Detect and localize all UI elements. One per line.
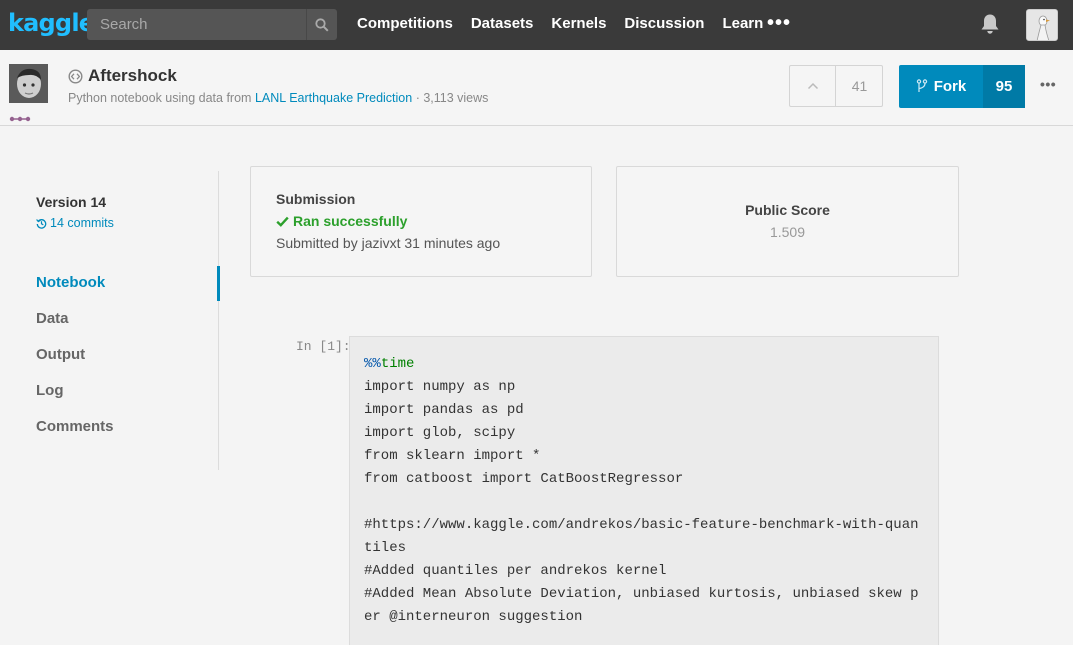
submitted-by: Submitted by jazivxt 31 minutes ago	[276, 235, 501, 251]
notifications-button[interactable]	[980, 13, 1000, 40]
kernel-more-button[interactable]: •••	[1040, 76, 1056, 92]
nav-more-button[interactable]: •••	[767, 12, 791, 35]
kernel-type-icon	[68, 69, 83, 89]
sidebar-item-comments[interactable]: Comments	[36, 418, 114, 454]
code-cell[interactable]: %%time import numpy as np import pandas …	[349, 336, 939, 645]
score-label: Public Score	[745, 202, 830, 218]
main-nav: Competitions Datasets Kernels Discussion…	[357, 15, 781, 32]
cell-prompt: In [1]:	[296, 339, 351, 354]
vote-count: 41	[851, 78, 868, 94]
commits-label: 14 commits	[50, 216, 114, 230]
sidebar-item-data[interactable]: Data	[36, 310, 114, 346]
author-photo-icon	[9, 64, 48, 103]
sidebar-item-notebook[interactable]: Notebook	[36, 274, 114, 310]
upvote-button[interactable]	[790, 66, 836, 106]
score-value: 1.509	[769, 224, 806, 240]
fork-count: 95	[983, 65, 1025, 108]
search-button[interactable]	[306, 9, 337, 40]
vote-widget: 41	[789, 65, 883, 107]
search-icon	[315, 17, 329, 32]
history-icon	[36, 218, 47, 229]
kernel-header: Aftershock Python notebook using data fr…	[0, 50, 1073, 126]
nav-discussion[interactable]: Discussion	[624, 15, 704, 32]
checkmark-icon	[276, 216, 289, 227]
views-count: · 3,113 views	[412, 91, 489, 105]
top-navbar: kaggle Search Competitions Datasets Kern…	[0, 0, 1073, 50]
sidebar-divider	[218, 171, 219, 470]
code-body: import numpy as np import pandas as pd i…	[364, 379, 919, 625]
nav-kernels[interactable]: Kernels	[551, 15, 606, 32]
submission-heading: Submission	[276, 191, 356, 207]
subtitle-prefix: Python notebook using data from	[68, 91, 255, 105]
goose-avatar-icon	[1027, 10, 1057, 40]
user-avatar[interactable]	[1026, 9, 1058, 41]
magic-prefix: %%	[364, 356, 381, 372]
search-box[interactable]: Search	[87, 9, 337, 40]
kernel-subtitle: Python notebook using data from LANL Ear…	[68, 91, 488, 105]
sidebar-item-log[interactable]: Log	[36, 382, 114, 418]
sidebar-nav: Notebook Data Output Log Comments	[36, 274, 114, 454]
chevron-up-icon	[807, 82, 818, 90]
status-text: Ran successfully	[293, 213, 408, 229]
code-input: %%time import numpy as np import pandas …	[364, 353, 919, 629]
version-title: Version 14	[36, 194, 107, 210]
active-tab-indicator	[217, 266, 220, 301]
fork-label: Fork	[933, 78, 967, 95]
nav-learn[interactable]: Learn	[722, 15, 763, 32]
magic-command: time	[380, 356, 415, 372]
kernel-title: Aftershock	[88, 66, 177, 85]
tier-badge-icon	[9, 109, 31, 127]
nav-datasets[interactable]: Datasets	[471, 15, 534, 32]
commits-link[interactable]: 14 commits	[36, 216, 114, 230]
fork-icon	[916, 79, 927, 92]
kaggle-logo[interactable]: kaggle	[8, 9, 95, 37]
fork-label-area[interactable]: Fork	[899, 65, 983, 108]
nav-competitions[interactable]: Competitions	[357, 15, 453, 32]
submission-status: Ran successfully	[276, 213, 407, 229]
author-avatar[interactable]	[9, 64, 48, 103]
search-input[interactable]: Search	[100, 16, 148, 33]
sidebar-item-output[interactable]: Output	[36, 346, 114, 382]
score-card: Public Score 1.509	[616, 166, 959, 277]
fork-button[interactable]: Fork 95	[899, 65, 1025, 108]
bell-icon	[981, 14, 999, 34]
submission-card: Submission Ran successfully Submitted by…	[250, 166, 592, 277]
dataset-link[interactable]: LANL Earthquake Prediction	[255, 91, 412, 105]
